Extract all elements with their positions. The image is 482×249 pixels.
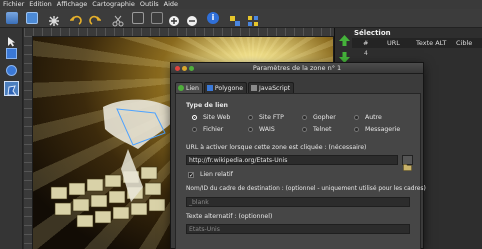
menu-file[interactable]: Fichier (3, 0, 24, 9)
link-type-heading: Type de lien (186, 102, 228, 109)
move-up-icon[interactable] (338, 32, 351, 46)
selection-title: Sélection (354, 29, 391, 37)
selection-table-header: # URL Texte ALT Cible (352, 38, 482, 48)
radio-messagerie[interactable] (354, 127, 359, 132)
menu-help[interactable]: Aide (164, 0, 178, 9)
open-folder-icon[interactable] (6, 12, 18, 24)
radio-gopher-label: Gopher (313, 114, 336, 121)
save-icon[interactable] (26, 12, 38, 24)
dialog-tabs: Lien Polygone JavaScript (175, 82, 295, 93)
radio-telnet[interactable] (302, 127, 307, 132)
tab-polygon-label: Polygone (214, 84, 244, 92)
radio-wais[interactable] (248, 127, 253, 132)
radio-autre[interactable] (354, 115, 359, 120)
tab-javascript[interactable]: JavaScript (248, 82, 295, 93)
menu-tools[interactable]: Outils (140, 0, 159, 9)
menu-mapping[interactable]: Cartographie (92, 0, 135, 9)
polygon-tool-icon[interactable] (4, 81, 19, 96)
minimize-icon[interactable] (182, 66, 187, 71)
menu-edit[interactable]: Edition (29, 0, 52, 9)
radio-fichier-label: Fichier (203, 126, 224, 133)
radio-messagerie-label: Messagerie (365, 126, 401, 133)
redo-icon[interactable] (89, 12, 102, 25)
grid-icon[interactable] (247, 12, 259, 26)
zoom-out-icon[interactable] (186, 12, 198, 26)
radio-wais-label: WAIS (259, 126, 275, 133)
zone-settings-dialog: Paramètres de la zone n° 1 Lien Polygone… (170, 62, 426, 249)
horizontal-ruler (24, 28, 334, 36)
tab-link[interactable]: Lien (175, 82, 203, 93)
column-url[interactable]: URL (387, 39, 400, 47)
radio-site-ftp[interactable] (248, 115, 253, 120)
tab-javascript-label: JavaScript (259, 84, 291, 92)
pointer-icon[interactable] (6, 32, 17, 47)
relative-link-checkbox[interactable]: ✓ (188, 172, 194, 179)
link-tab-pane: Type de lien Site Web Site FTP Gopher Au… (175, 93, 426, 249)
tab-polygon[interactable]: Polygone (203, 82, 248, 93)
radio-telnet-label: Telnet (313, 126, 332, 133)
tool-column (0, 28, 23, 249)
menu-view[interactable]: Affichage (57, 0, 88, 9)
cut-icon[interactable] (112, 12, 124, 27)
radio-gopher[interactable] (302, 115, 307, 120)
settings-icon[interactable] (48, 12, 60, 26)
column-alt-text[interactable]: Texte ALT (416, 39, 446, 47)
info-icon[interactable]: i (207, 12, 219, 24)
link-icon (178, 85, 184, 91)
radio-fichier[interactable] (192, 127, 197, 132)
menubar: Fichier Edition Affichage Cartographie O… (0, 0, 482, 9)
column-number[interactable]: # (363, 39, 368, 47)
radio-site-ftp-label: Site FTP (259, 114, 284, 121)
browse-folder-icon[interactable] (402, 155, 413, 171)
vertical-ruler (24, 36, 32, 249)
rectangle-tool-icon[interactable] (6, 48, 17, 59)
selection-row-marker[interactable]: 4 (364, 50, 368, 57)
alt-text-label: Texte alternatif : (optionnel) (186, 213, 273, 220)
dialog-title: Paramètres de la zone n° 1 (171, 63, 423, 74)
alt-text-input[interactable]: Etats-Unis (186, 224, 410, 234)
zoom-in-icon[interactable] (168, 12, 180, 26)
tab-link-label: Lien (186, 84, 199, 92)
radio-site-web[interactable] (192, 115, 197, 120)
gimp-window: Fichier Edition Affichage Cartographie O… (0, 0, 482, 249)
javascript-icon (251, 85, 258, 91)
polygon-icon (206, 85, 213, 91)
url-label: URL à activer lorsque cette zone est cli… (186, 144, 367, 151)
maximize-icon[interactable] (189, 66, 194, 71)
radio-autre-label: Autre (365, 114, 382, 121)
paste-icon[interactable] (151, 12, 163, 24)
undo-icon[interactable] (69, 12, 82, 25)
column-target[interactable]: Cible (456, 39, 472, 47)
edit-zones-icon[interactable] (229, 12, 241, 26)
toolbar: i (0, 9, 482, 28)
circle-tool-icon[interactable] (6, 65, 17, 76)
copy-icon[interactable] (132, 12, 144, 24)
relative-link-label: Lien relatif (200, 171, 233, 178)
move-down-icon[interactable] (338, 49, 351, 63)
url-input[interactable]: http://fr.wikipedia.org/Etats-Unis (186, 155, 398, 165)
target-frame-label: Nom/ID du cadre de destination : (option… (186, 186, 426, 192)
target-frame-input[interactable]: _blank (186, 197, 410, 207)
close-icon[interactable] (175, 66, 180, 71)
radio-site-web-label: Site Web (203, 114, 231, 121)
